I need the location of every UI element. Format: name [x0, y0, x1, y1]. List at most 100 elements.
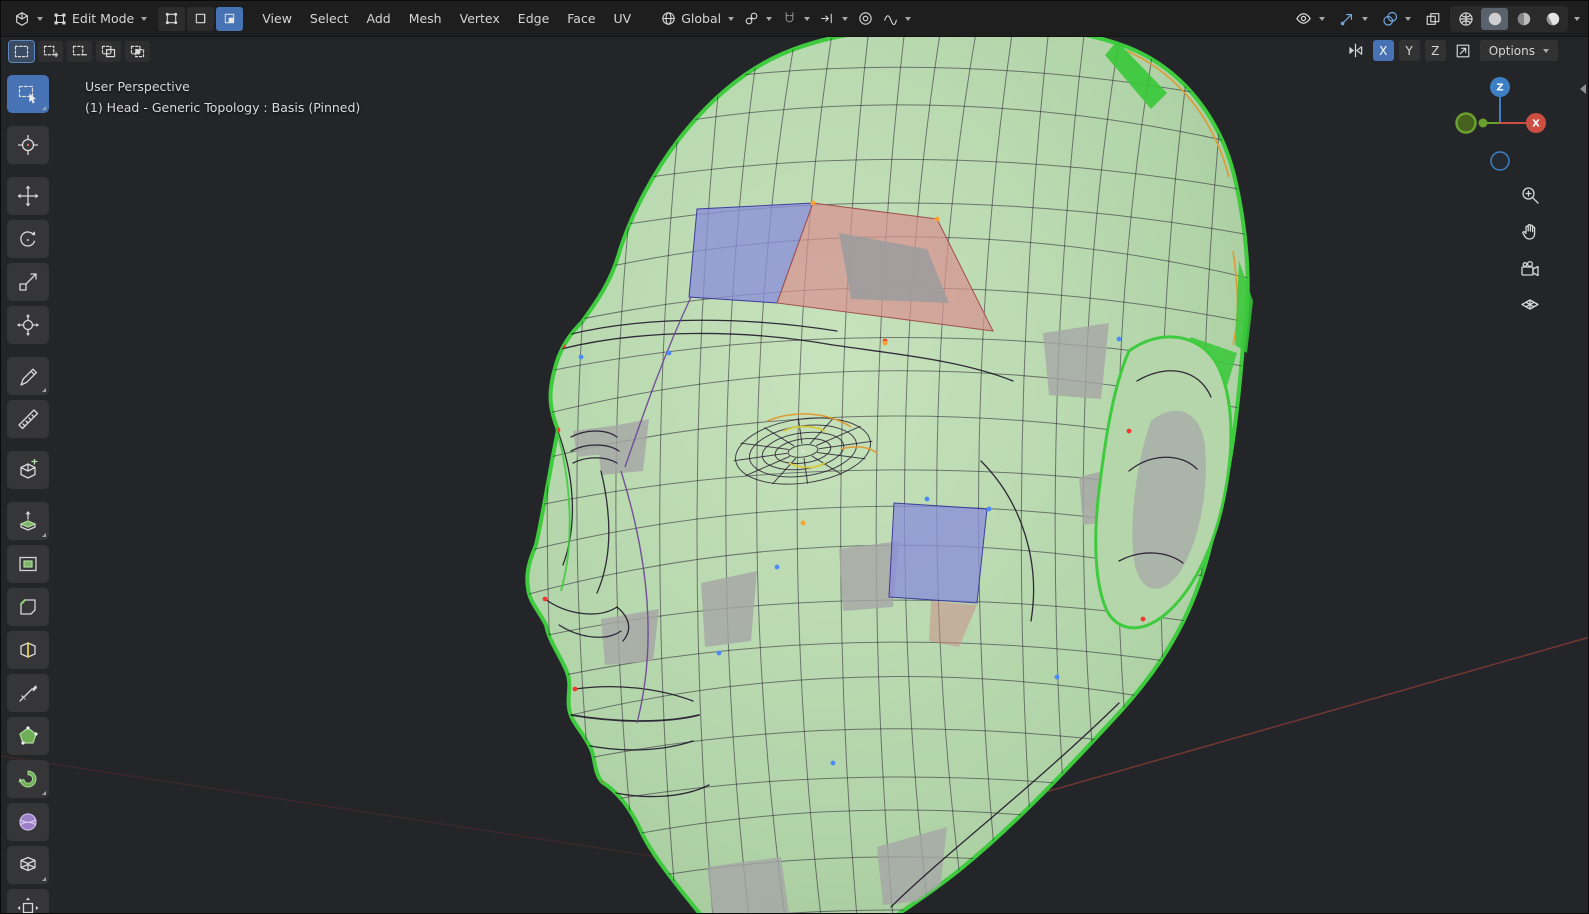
snap-target-dropdown[interactable]: [815, 7, 853, 30]
menu-uv[interactable]: UV: [605, 7, 641, 30]
select-preset-group: [8, 40, 150, 63]
menu-vertex[interactable]: Vertex: [451, 7, 509, 30]
pivot-point-dropdown[interactable]: [739, 7, 777, 30]
show-gizmos-icon: [1340, 13, 1353, 25]
inset-faces-icon: [19, 556, 37, 572]
shading-rendered-button[interactable]: [1539, 8, 1566, 30]
tool-knife[interactable]: [7, 674, 49, 712]
select-preset-new[interactable]: [8, 40, 35, 63]
snap-symmetry-icon: [1456, 44, 1470, 57]
vertex-select-icon: [166, 12, 178, 25]
smooth-sphere-icon: [19, 813, 37, 831]
shading-material-button[interactable]: [1510, 8, 1537, 30]
shading-dropdown[interactable]: [1574, 16, 1580, 21]
scale-icon: [19, 273, 37, 291]
3d-viewport[interactable]: User Perspective (1) Head - Generic Topo…: [1, 1, 1588, 913]
proportional-editing-icon: [859, 12, 872, 25]
mode-label: Edit Mode: [72, 11, 135, 26]
toolbar: [7, 75, 49, 913]
select-mode-vertex[interactable]: [158, 6, 186, 31]
show-gizmos-dropdown[interactable]: [1334, 7, 1373, 31]
mirror-toggle[interactable]: [1344, 40, 1368, 61]
navigation-gizmo[interactable]: Z X: [1452, 73, 1548, 173]
tool-add-cube[interactable]: [7, 451, 49, 489]
toggle-grid-button[interactable]: [1516, 292, 1544, 320]
orientation-dropdown[interactable]: Global: [656, 7, 739, 30]
tool-poly-build[interactable]: [7, 717, 49, 755]
orientation-label: Global: [681, 11, 722, 26]
tool-edge-slide[interactable]: [7, 846, 49, 884]
shading-solid-button[interactable]: [1481, 7, 1508, 30]
select-preset-extend[interactable]: [38, 41, 63, 62]
viewport-header: Edit Mode View Select Add Mesh Vertex Ed…: [1, 1, 1588, 37]
blender-window: User Perspective (1) Head - Generic Topo…: [0, 0, 1589, 914]
tool-bevel[interactable]: [7, 588, 49, 626]
select-subtract-icon: [72, 45, 87, 56]
bevel-icon: [20, 599, 36, 615]
svg-text:Z: Z: [1496, 83, 1503, 94]
select-mode-edge[interactable]: [187, 6, 215, 31]
head-mesh: [1, 22, 1588, 913]
mirror-axis-y[interactable]: Y: [1398, 40, 1420, 61]
shading-mode-group: [1450, 5, 1568, 32]
pivot-point-icon: [745, 12, 758, 25]
menu-add[interactable]: Add: [357, 7, 399, 30]
menu-edge[interactable]: Edge: [509, 7, 558, 30]
select-mode-face[interactable]: [216, 6, 244, 31]
zoom-icon: [1522, 187, 1539, 204]
menu-mesh[interactable]: Mesh: [400, 7, 451, 30]
show-overlays-icon: [1383, 11, 1398, 26]
tool-rotate[interactable]: [7, 220, 49, 258]
orientation-globe-icon: [662, 12, 675, 25]
options-dropdown[interactable]: Options: [1479, 40, 1558, 61]
mirror-axis-x[interactable]: X: [1372, 40, 1394, 61]
visibility-dropdown[interactable]: [1290, 6, 1330, 31]
select-preset-invert[interactable]: [96, 41, 121, 62]
shading-wireframe-button[interactable]: [1452, 8, 1479, 30]
mirror-options-group: X Y Z Options: [1344, 40, 1558, 61]
tool-spin[interactable]: [7, 760, 49, 798]
proportional-editing-toggle[interactable]: [853, 7, 878, 30]
show-overlays-dropdown[interactable]: [1377, 7, 1416, 31]
tool-select-box[interactable]: [7, 75, 49, 113]
visibility-eye-icon: [1296, 13, 1311, 24]
tool-cursor-3d[interactable]: [7, 126, 49, 164]
tool-measure[interactable]: [7, 400, 49, 438]
edge-slide-icon: [20, 856, 36, 872]
pan-button[interactable]: [1516, 218, 1544, 246]
tool-transform[interactable]: [7, 306, 49, 344]
tool-move[interactable]: [7, 177, 49, 215]
tool-extrude-region[interactable]: [7, 502, 49, 540]
tool-loop-cut[interactable]: [7, 631, 49, 669]
tool-annotate[interactable]: [7, 357, 49, 395]
editor-type-button[interactable]: [9, 7, 48, 31]
tool-smooth[interactable]: [7, 803, 49, 841]
select-preset-intersect[interactable]: [125, 41, 150, 62]
menu-face[interactable]: Face: [558, 7, 604, 30]
tool-scale[interactable]: [7, 263, 49, 301]
knife-icon: [19, 685, 37, 702]
toggle-xray-button[interactable]: [1420, 7, 1446, 31]
snap-symmetry-toggle[interactable]: [1451, 40, 1475, 61]
select-new-icon: [14, 45, 29, 58]
tool-rip-region[interactable]: [7, 889, 49, 913]
tool-inset-faces[interactable]: [7, 545, 49, 583]
region-resize-handle[interactable]: [1580, 84, 1586, 94]
mirror-axis-z[interactable]: Z: [1424, 40, 1446, 61]
select-preset-subtract[interactable]: [67, 41, 92, 62]
zoom-button[interactable]: [1516, 181, 1544, 209]
transform-icon: [17, 314, 39, 336]
gizmo-z-negative[interactable]: [1490, 151, 1510, 171]
gizmo-y-axis[interactable]: [1455, 112, 1477, 134]
falloff-dropdown[interactable]: [878, 7, 916, 30]
snap-toggle[interactable]: [777, 7, 815, 30]
rip-region-icon: [17, 897, 39, 913]
select-intersect-icon: [130, 45, 145, 58]
menu-select[interactable]: Select: [301, 7, 358, 30]
camera-view-button[interactable]: [1516, 255, 1544, 283]
menu-view[interactable]: View: [253, 7, 301, 30]
pan-hand-icon: [1522, 224, 1536, 240]
mode-dropdown[interactable]: Edit Mode: [48, 7, 152, 30]
svg-text:X: X: [1532, 119, 1540, 130]
spin-icon: [18, 770, 37, 788]
